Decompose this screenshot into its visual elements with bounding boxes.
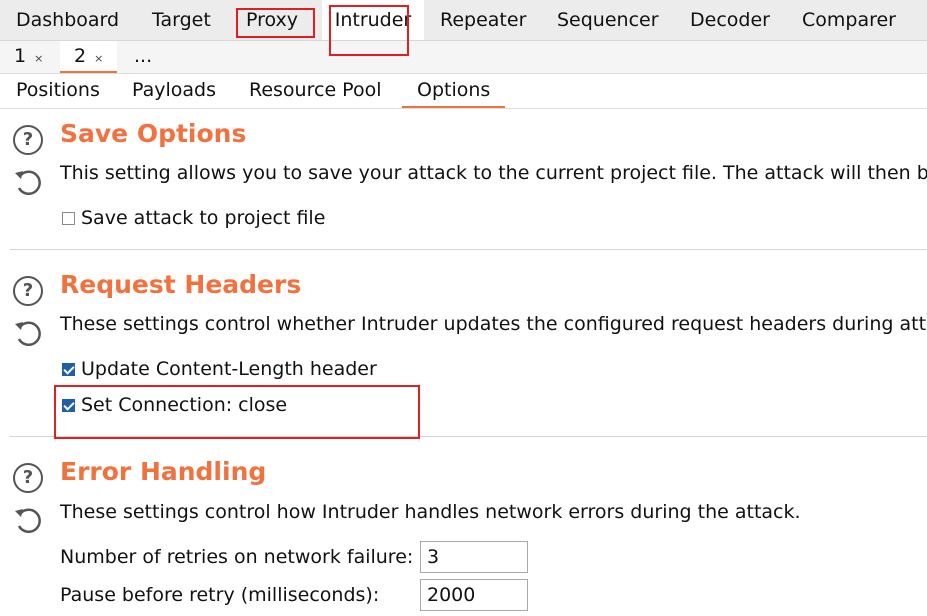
attack-tab-bar: 1 × 2 × ... [0,41,927,74]
error-handling-title: Error Handling [60,457,267,486]
tab-resource-pool[interactable]: Resource Pool [249,74,381,106]
tab-sequencer[interactable]: Sequencer [557,0,659,40]
update-content-length-label: Update Content-Length header [81,358,377,380]
main-tab-bar: Dashboard Target Proxy Intruder Repeater… [0,0,927,41]
save-options-title: Save Options [60,119,247,148]
update-content-length-checkbox[interactable] [62,363,75,376]
close-icon[interactable]: × [34,52,43,65]
highlight-box-proxy [236,8,315,38]
pause-label: Pause before retry (milliseconds): [60,584,380,606]
tab-dashboard[interactable]: Dashboard [16,0,119,40]
help-icon[interactable]: ? [13,125,43,155]
request-headers-title: Request Headers [60,270,302,299]
update-content-length-row[interactable]: Update Content-Length header [62,358,377,380]
option-tab-bar: Positions Payloads Resource Pool Options [0,74,927,109]
save-options-description: This setting allows you to save your att… [60,162,927,184]
attack-tab-1-label: 1 [14,45,27,67]
more-tabs-button[interactable]: ... [134,41,152,73]
tab-decoder[interactable]: Decoder [690,0,770,40]
save-attack-label: Save attack to project file [81,207,326,229]
tab-payloads[interactable]: Payloads [132,74,216,106]
save-attack-checkbox-row[interactable]: Save attack to project file [62,207,325,229]
attack-tab-2-label: 2 [74,45,87,67]
error-handling-description: These settings control how Intruder hand… [60,501,801,523]
attack-tab-2[interactable]: 2 × [60,41,118,73]
tab-options[interactable]: Options [402,74,506,108]
pause-input[interactable]: 2000 [420,579,528,611]
request-headers-description: These settings control whether Intruder … [60,313,927,335]
tab-target[interactable]: Target [152,0,211,40]
reset-icon[interactable] [12,317,46,351]
tab-repeater[interactable]: Repeater [440,0,526,40]
save-attack-checkbox[interactable] [62,212,75,225]
close-icon[interactable]: × [94,52,103,65]
attack-tab-1[interactable]: 1 × [14,41,43,73]
help-icon[interactable]: ? [13,276,43,306]
reset-icon[interactable] [12,504,46,538]
help-icon[interactable]: ? [13,463,43,493]
retries-input[interactable]: 3 [420,541,528,573]
tab-positions[interactable]: Positions [16,74,100,106]
highlight-box-intruder [329,5,409,56]
reset-icon[interactable] [12,166,46,200]
highlight-box-set-connection [54,385,420,439]
tab-comparer[interactable]: Comparer [802,0,896,40]
divider [10,249,927,250]
retries-label: Number of retries on network failure: [60,546,414,568]
